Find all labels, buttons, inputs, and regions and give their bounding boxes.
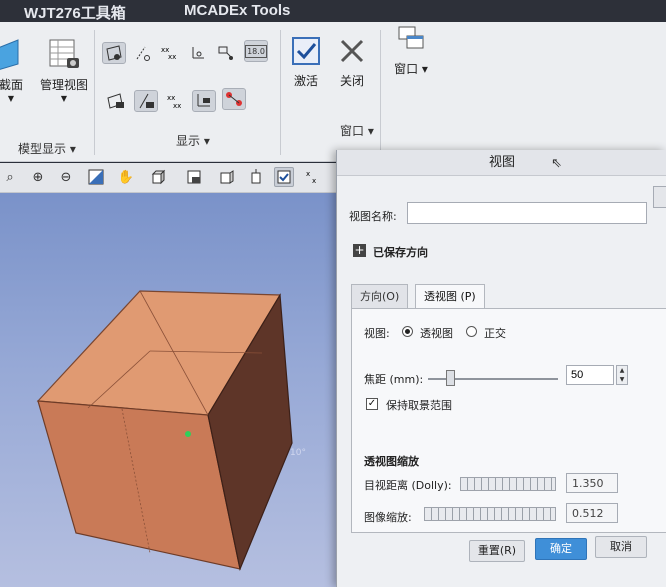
activate-label: 激活 — [293, 74, 318, 88]
model-viewport[interactable]: 10° — [0, 193, 340, 587]
point-tag-display-icon[interactable]: xx xx — [164, 90, 188, 112]
eye-distance-thumbwheel[interactable] — [460, 477, 556, 491]
ok-button[interactable]: 确定 — [535, 538, 587, 560]
graphics-toolbar: ⌕ ⊕ ⊖ ✋ xx — [0, 163, 340, 193]
axis-tag-display-icon[interactable] — [134, 90, 158, 112]
eye-distance-label: 目视距离 (Dolly): — [364, 479, 452, 492]
group-model-display[interactable]: 模型显示 ▾ — [18, 140, 76, 157]
perspective-zoom-heading: 透视图缩放 — [364, 455, 419, 468]
spin-center-display-icon[interactable] — [222, 88, 246, 110]
eye-distance-value: 1.350 — [566, 473, 618, 493]
datum-plane-display-icon[interactable] — [102, 42, 126, 64]
section-button[interactable]: 截面 ▼ — [0, 38, 28, 103]
group-divider — [380, 30, 381, 155]
view-name-input[interactable] — [407, 202, 647, 224]
view-mode-label: 视图: — [364, 327, 390, 340]
focal-length-slider-thumb[interactable] — [446, 370, 455, 386]
saved-orientations-icon[interactable] — [184, 167, 204, 187]
ribbon: 截面 ▼ 管理视图 ▼ 模型显示 ▾ xx xx 18.0 xx xx 显示 ▾… — [0, 22, 666, 162]
tab-perspective[interactable]: 透视图 (P) — [415, 284, 485, 309]
image-zoom-thumbwheel[interactable] — [424, 507, 556, 521]
plane-tag-display-icon[interactable] — [104, 90, 128, 112]
repaint-icon[interactable] — [86, 167, 106, 187]
close-window-button[interactable]: 关闭 — [332, 34, 372, 89]
svg-text:xx: xx — [168, 53, 176, 61]
display-style-icon[interactable] — [148, 167, 168, 187]
tab-wjt276[interactable]: WJT276工具箱 — [24, 2, 126, 23]
datum-points-icon[interactable]: xx — [304, 167, 324, 187]
group-display[interactable]: 显示 ▾ — [176, 132, 210, 149]
datum-count-icon[interactable]: 18.0 — [244, 40, 268, 62]
group-divider — [94, 30, 95, 155]
zoom-in-icon[interactable]: ⊕ — [28, 167, 48, 187]
dialog-title: 视图 — [337, 150, 666, 176]
windows-icon — [394, 22, 428, 56]
image-zoom-label: 图像缩放: — [364, 511, 412, 524]
zoom-out-icon[interactable]: ⊖ — [56, 167, 76, 187]
manage-views-icon — [47, 38, 81, 72]
manage-views-button[interactable]: 管理视图 ▼ — [34, 38, 94, 103]
coordinate-system-display-icon[interactable] — [186, 42, 210, 64]
perspective-panel: 视图: 透视图 正交 焦距 (mm): ▲▼ ✓ 保持取景范围 透视图缩放 目视… — [351, 308, 666, 533]
group-window[interactable]: 窗口 ▾ — [340, 122, 374, 139]
datum-axis-display-icon[interactable] — [130, 42, 154, 64]
perspective-radio[interactable] — [402, 326, 413, 337]
view-name-label: 视图名称: — [349, 210, 397, 223]
spin-center-marker — [185, 431, 191, 437]
close-label: 关闭 — [339, 74, 364, 88]
tab-mcadex-tools[interactable]: MCADEx Tools — [184, 2, 290, 19]
annotation-display-icon[interactable] — [214, 42, 238, 64]
focal-length-input[interactable] — [566, 365, 614, 385]
focal-length-label: 焦距 (mm): — [364, 373, 424, 386]
pan-icon[interactable]: ✋ — [116, 167, 136, 187]
group-divider — [280, 30, 281, 155]
dimension-label: 10° — [290, 448, 306, 458]
svg-text:x: x — [312, 177, 316, 185]
perspective-view-icon[interactable] — [246, 167, 266, 187]
app-title-strip: WJT276工具箱 MCADEx Tools — [0, 0, 666, 22]
activate-icon — [289, 34, 323, 68]
svg-text:xx: xx — [173, 102, 181, 110]
section-icon — [0, 38, 28, 72]
keep-clip-label: 保持取景范围 — [386, 399, 452, 412]
focal-length-spinner[interactable]: ▲ ▼ — [616, 365, 628, 385]
saved-orientations-section[interactable]: 已保存方向 — [373, 244, 428, 260]
activate-button[interactable]: 激活 — [286, 34, 326, 89]
mouse-cursor-icon: ⇖ — [551, 156, 562, 171]
chevron-down-icon: ▼ — [7, 94, 15, 103]
orthographic-option-label: 正交 — [484, 327, 506, 340]
group-model-display-label: 模型显示 — [18, 142, 67, 156]
view-name-side-button[interactable] — [653, 186, 666, 208]
datum-point-display-icon[interactable]: xx xx — [158, 42, 182, 64]
group-window-label: 窗口 — [340, 124, 365, 138]
section-label: 截面 — [0, 78, 23, 92]
refit-icon[interactable]: ⌕ — [0, 167, 20, 187]
view-manager-icon[interactable] — [216, 167, 236, 187]
box-front-face — [37, 400, 241, 570]
keep-clip-checkbox[interactable]: ✓ — [366, 398, 378, 410]
image-zoom-value: 0.512 — [566, 503, 618, 523]
group-display-label: 显示 — [176, 134, 201, 148]
svg-text:xx: xx — [167, 94, 175, 102]
tab-orientation[interactable]: 方向(O) — [351, 284, 409, 308]
windows-label-text: 窗口 — [394, 62, 419, 76]
orthographic-radio[interactable] — [466, 326, 477, 337]
manage-views-label: 管理视图 — [39, 78, 88, 92]
csys-tag-display-icon[interactable] — [192, 90, 216, 112]
datum-display-filter-icon[interactable] — [274, 167, 294, 187]
chevron-down-icon: ▼ — [60, 94, 68, 103]
cancel-button[interactable]: 取消 — [595, 536, 647, 558]
reset-button[interactable]: 重置(R) — [469, 540, 525, 562]
box-model[interactable]: 10° — [0, 193, 340, 587]
perspective-option-label: 透视图 — [420, 327, 453, 340]
windows-label: 窗口 ▾ — [394, 62, 428, 76]
svg-text:x: x — [306, 170, 310, 178]
windows-button[interactable]: 窗口 ▾ — [388, 22, 434, 77]
datum-count-value: 18.0 — [245, 44, 267, 58]
view-dialog: 视图 ⇖ 视图名称: + 已保存方向 方向(O) 透视图 (P) 视图: 透视图… — [336, 150, 666, 587]
expand-plus-icon[interactable]: + — [353, 244, 366, 257]
close-icon — [335, 34, 369, 68]
